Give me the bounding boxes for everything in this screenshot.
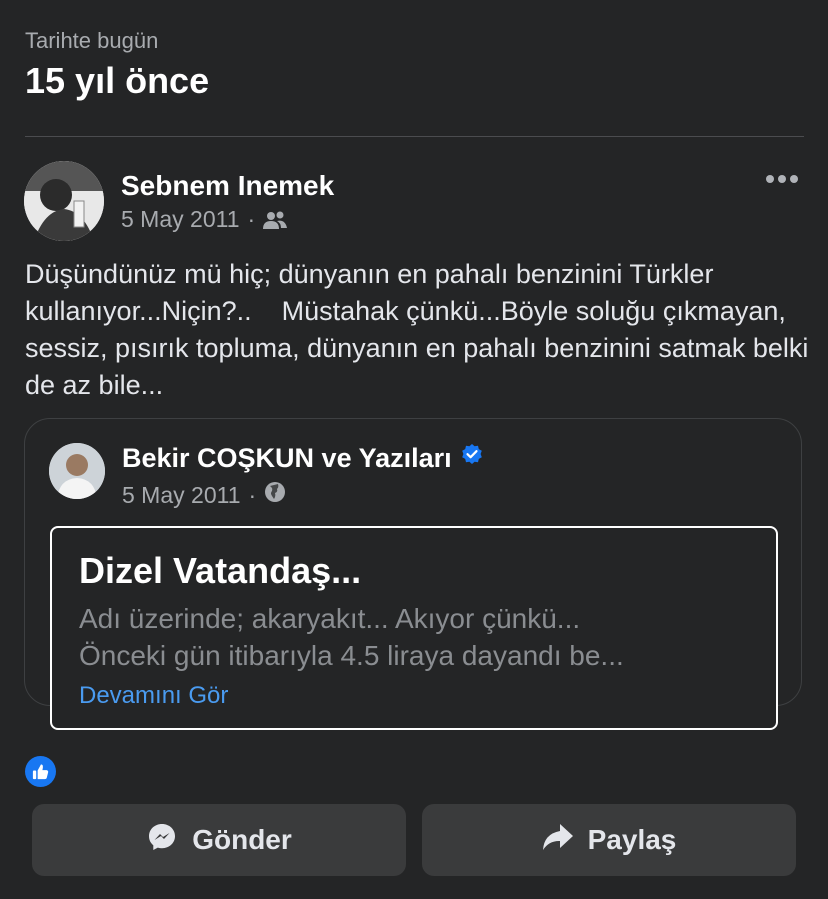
author-avatar[interactable] (24, 161, 104, 241)
memory-heading: 15 yıl önce (25, 60, 210, 101)
share-button-label: Paylaş (587, 824, 677, 855)
meta-separator: · (248, 481, 257, 508)
shared-author[interactable]: Bekir COŞKUN ve Yazıları (122, 443, 484, 474)
article-excerpt-line: Adı üzerinde; akaryakıt... Akıyor çünkü.… (79, 603, 581, 634)
article-preview[interactable]: Dizel Vatandaş... Adı üzerinde; akaryakı… (50, 526, 778, 730)
shared-author-name[interactable]: Bekir COŞKUN ve Yazıları (122, 443, 452, 474)
shared-author-avatar[interactable] (49, 443, 105, 499)
post-text: Düşündünüz mü hiç; dünyanın en pahalı be… (25, 259, 816, 400)
share-button[interactable]: Paylaş (422, 804, 796, 876)
post-author[interactable]: Sebnem Inemek (121, 170, 334, 202)
share-arrow-icon (542, 822, 574, 859)
post-meta: 5 May 2011 · (121, 206, 288, 233)
post-date[interactable]: 5 May 2011 (121, 206, 239, 233)
see-more-link[interactable]: Devamını Gör (79, 682, 228, 710)
shared-meta: 5 May 2011 · (122, 481, 286, 509)
article-excerpt-line: Önceki gün itibarıyla 4.5 liraya dayandı… (79, 640, 624, 671)
shared-date[interactable]: 5 May 2011 (122, 482, 240, 509)
meta-separator: · (247, 206, 256, 232)
messenger-icon (146, 821, 178, 860)
article-excerpt: Adı üzerinde; akaryakıt... Akıyor çünkü.… (79, 600, 769, 674)
more-options-icon[interactable] (766, 175, 798, 183)
globe-icon (264, 481, 286, 509)
verified-badge-icon (460, 443, 484, 474)
send-button-label: Gönder (192, 824, 292, 855)
divider (25, 136, 804, 137)
article-title: Dizel Vatandaş... (79, 550, 362, 591)
memory-kicker: Tarihte bugün (25, 28, 159, 53)
send-button[interactable]: Gönder (32, 804, 406, 876)
like-icon[interactable] (25, 756, 56, 787)
friends-icon (263, 210, 288, 230)
